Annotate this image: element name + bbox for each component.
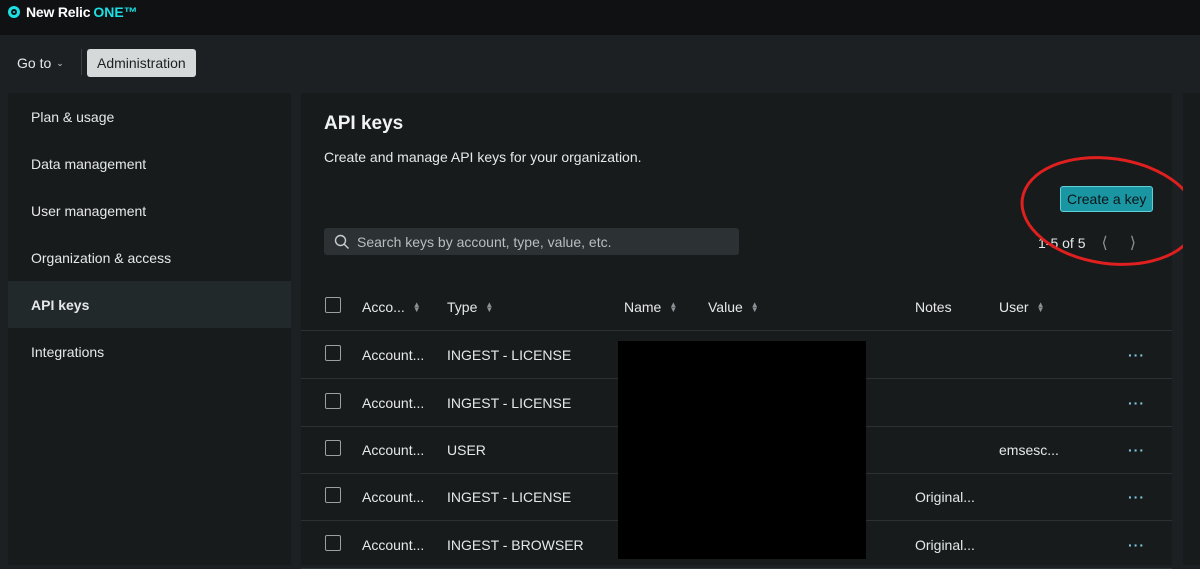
sort-icon: ▲ ▼ — [1036, 299, 1045, 314]
cell-account: Account... — [362, 488, 425, 505]
cell-type: INGEST - LICENSE — [447, 394, 572, 411]
cell-notes: Original... — [915, 488, 975, 505]
select-all-checkbox[interactable] — [325, 297, 341, 313]
sidebar-item-organization-access[interactable]: Organization & access — [8, 234, 291, 281]
cell-type: INGEST - BROWSER — [447, 536, 584, 553]
sort-icon: ▲ ▼ — [750, 299, 759, 314]
header-value-label: Value — [708, 298, 743, 315]
header-user[interactable]: User ▲ ▼ — [999, 283, 1044, 330]
top-bar: New Relic ONE™ — [0, 0, 1200, 35]
chevron-left-icon[interactable]: ⟨ — [1101, 233, 1107, 253]
sort-icon: ▲ ▼ — [412, 299, 421, 314]
chevron-down-icon: ⌄ — [56, 57, 64, 68]
new-relic-logo-icon — [8, 6, 20, 18]
sidebar-item-data-management[interactable]: Data management — [8, 140, 291, 187]
header-user-label: User — [999, 298, 1029, 315]
main-panel: API keys Create and manage API keys for … — [301, 93, 1200, 569]
goto-menu[interactable]: Go to ⌄ — [17, 55, 64, 71]
more-options-icon[interactable]: ··· — [1128, 379, 1145, 426]
cell-user: emsesc... — [999, 441, 1059, 458]
new-relic-logo[interactable]: New Relic ONE™ — [8, 4, 138, 20]
header-name-label: Name — [624, 298, 662, 315]
more-options-icon[interactable]: ··· — [1128, 521, 1145, 568]
search-bar[interactable] — [324, 228, 739, 255]
cell-type: INGEST - LICENSE — [447, 346, 572, 363]
cell-type: INGEST - LICENSE — [447, 488, 572, 505]
sidebar-item-api-keys[interactable]: API keys — [8, 281, 291, 328]
header-account-label: Acco... — [362, 298, 405, 315]
cell-account: Account... — [362, 536, 425, 553]
header-type-label: Type — [447, 298, 478, 315]
cell-type: USER — [447, 441, 486, 458]
search-input[interactable] — [355, 232, 729, 251]
more-options-icon[interactable]: ··· — [1128, 426, 1145, 473]
sidebar-item-integrations[interactable]: Integrations — [8, 328, 291, 375]
right-panel-edge — [1183, 93, 1200, 565]
row-checkbox[interactable] — [325, 393, 341, 409]
page-title: API keys — [324, 113, 404, 134]
header-notes-label: Notes — [915, 298, 952, 315]
cell-notes: Original... — [915, 536, 975, 553]
table-header: Acco... ▲ ▼ Type ▲ ▼ Name ▲ ▼ Value ▲ ▼ Note… — [301, 283, 1172, 331]
header-notes: Notes — [915, 283, 952, 330]
administration-button[interactable]: Administration — [87, 49, 196, 77]
cell-account: Account... — [362, 441, 425, 458]
row-checkbox[interactable] — [325, 440, 341, 456]
redacted-region — [618, 341, 866, 559]
sort-icon: ▲ ▼ — [485, 299, 494, 314]
row-checkbox[interactable] — [325, 345, 341, 361]
cell-account: Account... — [362, 346, 425, 363]
more-options-icon[interactable]: ··· — [1128, 473, 1145, 520]
sort-icon: ▲ ▼ — [669, 299, 678, 314]
chevron-right-icon[interactable]: ⟩ — [1130, 233, 1136, 253]
row-checkbox[interactable] — [325, 487, 341, 503]
sidebar: Plan & usage Data management User manage… — [8, 93, 291, 565]
create-key-button[interactable]: Create a key — [1060, 186, 1154, 212]
header-name[interactable]: Name ▲ ▼ — [624, 283, 677, 330]
pagination: 1-5 of 5 ⟨ ⟩ — [1038, 233, 1136, 253]
header-value[interactable]: Value ▲ ▼ — [708, 283, 759, 330]
header-type[interactable]: Type ▲ ▼ — [447, 283, 493, 330]
search-icon — [334, 234, 349, 249]
more-options-icon[interactable]: ··· — [1128, 331, 1145, 378]
sidebar-item-user-management[interactable]: User management — [8, 187, 291, 234]
nav-divider — [81, 49, 82, 75]
page-description: Create and manage API keys for your orga… — [324, 149, 642, 165]
nav-bar: Go to ⌄ Administration — [0, 35, 1200, 93]
brand-name: New Relic — [26, 4, 91, 20]
row-checkbox[interactable] — [325, 535, 341, 551]
goto-label: Go to — [17, 55, 52, 71]
sidebar-item-plan-usage[interactable]: Plan & usage — [8, 93, 291, 140]
pagination-count: 1-5 of 5 — [1038, 235, 1086, 251]
header-account[interactable]: Acco... ▲ ▼ — [362, 283, 421, 330]
brand-suffix: ONE™ — [93, 4, 138, 20]
cell-account: Account... — [362, 394, 425, 411]
